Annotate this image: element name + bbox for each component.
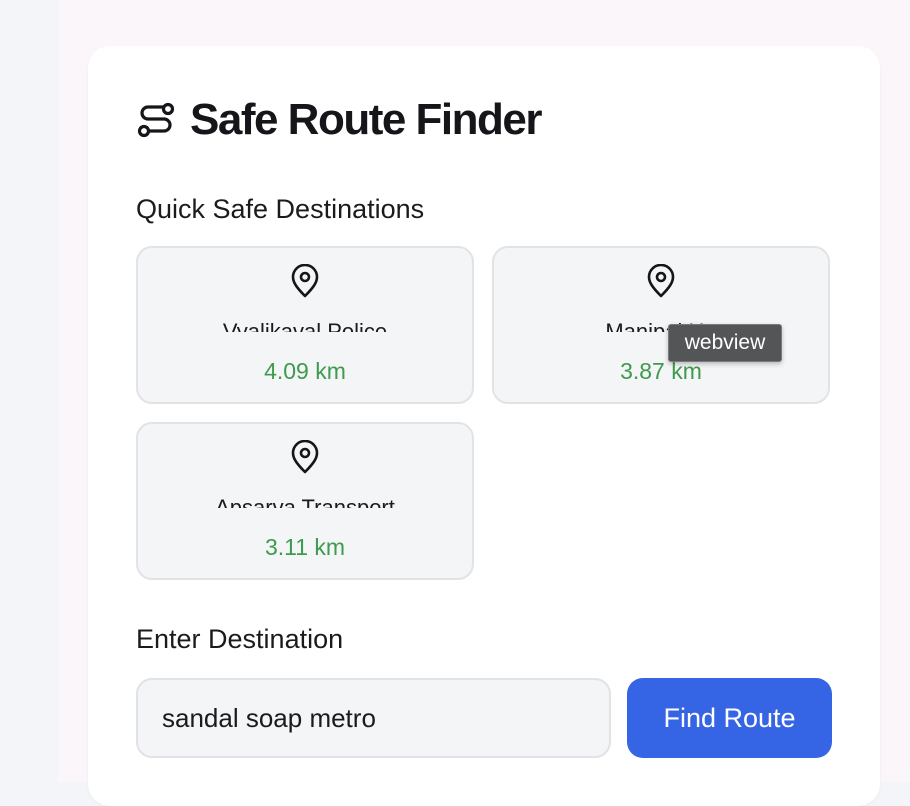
map-pin-icon [290, 439, 320, 474]
route-icon [136, 100, 176, 140]
map-pin-icon [290, 263, 320, 298]
destination-input[interactable] [136, 678, 611, 758]
quick-destinations-label: Quick Safe Destinations [136, 194, 425, 224]
map-pin-icon [646, 263, 676, 298]
page-title: Safe Route Finder [190, 95, 543, 144]
destination-distance: 3.87 km [620, 358, 702, 384]
find-route-button[interactable]: Find Route [627, 678, 832, 758]
page-title-row: Safe Route Finder [136, 94, 543, 146]
destination-card[interactable]: Apsarva Transport 3.11 km [136, 422, 474, 580]
destination-distance: 3.11 km [264, 534, 346, 560]
destination-name: Vyalikaval Police [222, 319, 388, 332]
destination-card[interactable]: Vyalikaval Police 4.09 km [136, 246, 474, 404]
destination-name: Apsarva Transport [215, 495, 395, 508]
enter-destination-label: Enter Destination [136, 624, 344, 654]
destination-distance: 4.09 km [264, 358, 346, 384]
webview-tooltip: webview [668, 324, 782, 362]
